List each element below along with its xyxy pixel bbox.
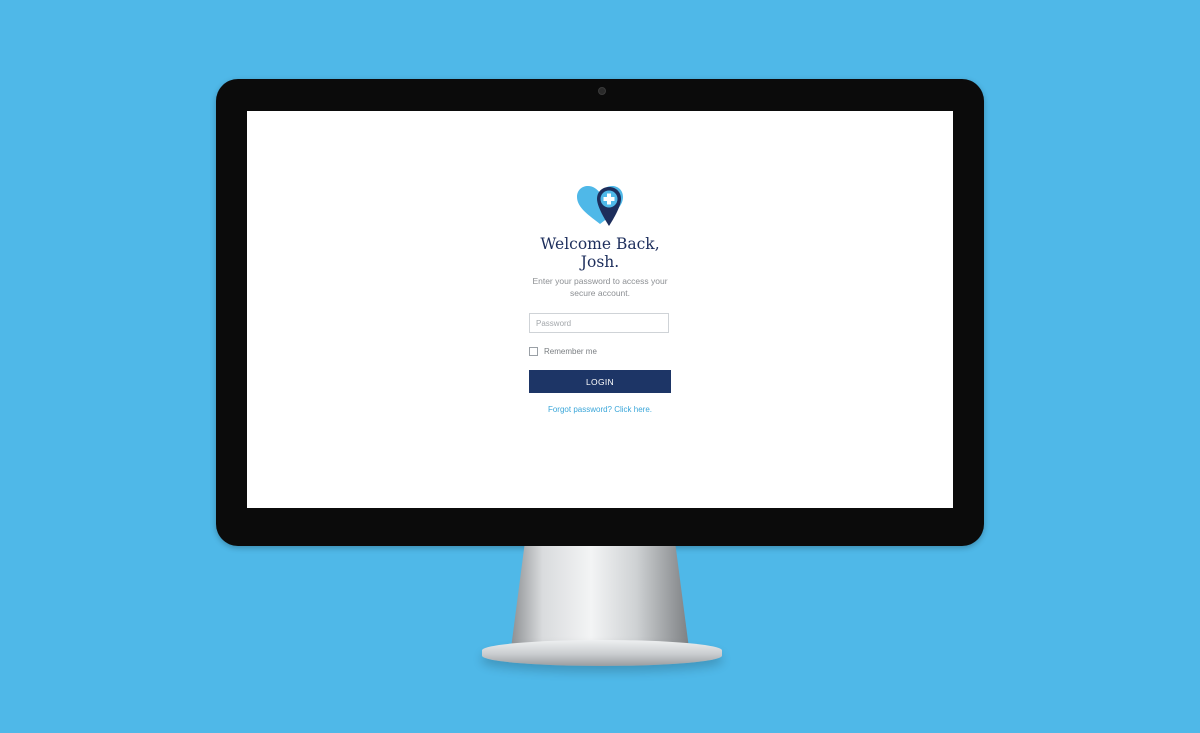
welcome-title-line1: Welcome Back,: [540, 235, 660, 253]
backdrop: Welcome Back, Josh. Enter your password …: [0, 0, 1200, 733]
remember-me-row[interactable]: Remember me: [529, 347, 597, 356]
subtitle: Enter your password to access your secur…: [500, 275, 700, 299]
subtitle-line2: secure account.: [569, 288, 630, 298]
password-input[interactable]: [529, 313, 669, 333]
login-button[interactable]: LOGIN: [529, 370, 671, 393]
heart-location-pin-logo-icon: [577, 186, 623, 226]
remember-me-checkbox[interactable]: [529, 347, 538, 356]
welcome-title-line2: Josh.: [580, 253, 620, 271]
forgot-password-link[interactable]: Forgot password? Click here.: [500, 405, 700, 414]
monitor-stand-base: [482, 640, 722, 666]
webcam-icon: [598, 87, 606, 95]
monitor-bezel: Welcome Back, Josh. Enter your password …: [216, 79, 984, 546]
subtitle-line1: Enter your password to access your: [532, 276, 668, 286]
login-panel: Welcome Back, Josh. Enter your password …: [247, 111, 953, 508]
remember-me-label: Remember me: [544, 347, 597, 356]
screen: Welcome Back, Josh. Enter your password …: [247, 111, 953, 508]
welcome-title: Welcome Back, Josh.: [500, 235, 700, 271]
